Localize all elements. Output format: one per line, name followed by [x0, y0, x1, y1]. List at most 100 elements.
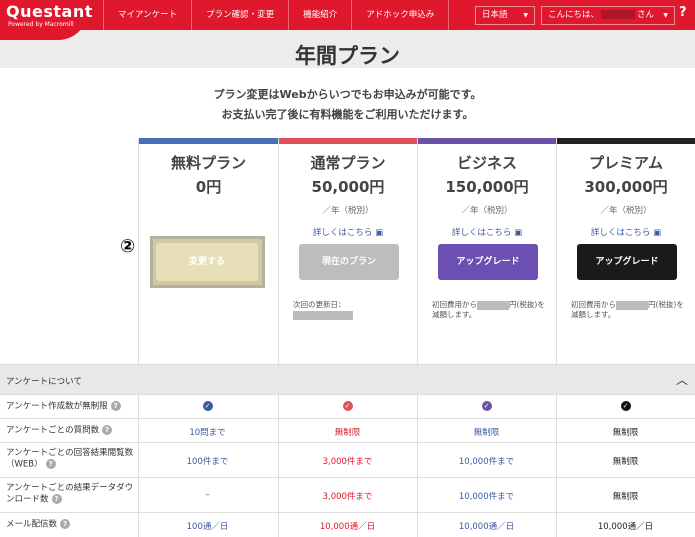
plan-unit: ／年（税別） [600, 206, 652, 216]
table-cell: 無制限 [473, 428, 500, 438]
table-row: アンケートごとの質問数? 10問まで 無制限 無制限 無制限 [0, 418, 695, 442]
table-cell: 10,000通／日 [319, 522, 376, 532]
row-label: アンケートごとの結果データダウンロード数? [6, 483, 136, 506]
plan-unit: ／年（税別） [322, 206, 374, 216]
plan-price: 0円 [195, 178, 222, 196]
user-menu[interactable]: こんにちは、 さん ▼ [541, 6, 675, 25]
chevron-down-icon: ▼ [663, 12, 668, 19]
page-title: 年間プラン [295, 44, 400, 68]
discount-note: 初回費用から 円(税抜)を減額します。 [571, 300, 689, 320]
column-divider [278, 394, 279, 537]
row-label-text: アンケート作成数が無制限 [6, 401, 108, 412]
greeting-suffix: さん [637, 10, 655, 20]
help-icon[interactable]: ? [102, 425, 113, 435]
plan-price: 50,000円 [311, 178, 385, 196]
detail-link-text: 詳しくはこちら [312, 228, 373, 238]
detail-link-text: 詳しくはこちら [590, 228, 651, 238]
redacted-date [293, 310, 353, 320]
change-to-free-button[interactable]: 変更する [156, 243, 258, 281]
plan-unit: ／年（税別） [461, 206, 513, 216]
logo-text: Questant [6, 2, 93, 21]
plan-color-bar [279, 138, 417, 144]
help-icon[interactable]: ? [51, 494, 62, 504]
table-cell: 3,000件まで [322, 457, 373, 467]
upgrade-premium-button[interactable]: アップグレード [577, 244, 677, 280]
chevron-down-icon: ▼ [523, 12, 528, 19]
language-value: 日本語 [482, 10, 508, 20]
external-link-icon: ▣ [653, 228, 662, 238]
chevron-up-icon[interactable]: ︿ [676, 371, 688, 388]
table-cell: ✓ [417, 401, 556, 411]
logo-subtitle: Powered by Macromill [8, 21, 74, 28]
column-divider [417, 394, 418, 537]
row-label: メール配信数? [6, 519, 136, 531]
plan-name: プレミアム [589, 154, 663, 172]
plan-name: 通常プラン [310, 154, 386, 172]
row-label-text: アンケートごとの回答結果閲覧数（WEB） [6, 448, 134, 470]
row-label-text: アンケートごとの結果データダウンロード数 [6, 483, 134, 505]
note-prefix: 初回費用から [571, 300, 616, 309]
nav-features[interactable]: 機能紹介 [288, 0, 351, 30]
detail-link-text: 詳しくはこちら [451, 228, 512, 238]
column-divider [556, 394, 557, 537]
plan-name: ビジネス [456, 154, 517, 172]
help-icon[interactable]: ? [45, 459, 56, 469]
renewal-note: 次回の更新日： [293, 300, 411, 320]
app-logo[interactable]: Questant Powered by Macromill [0, 0, 92, 40]
table-cell: 100通／日 [186, 522, 229, 532]
help-icon[interactable]: ? [679, 5, 687, 20]
table-cell: 100件まで [186, 457, 229, 467]
table-cell: 10,000件まで [458, 492, 515, 502]
plan-price: 150,000円 [445, 178, 529, 196]
nav-my-surveys[interactable]: マイアンケート [103, 0, 191, 30]
table-cell: – [205, 490, 210, 500]
table-cell: ✓ [138, 401, 277, 411]
column-divider [138, 394, 139, 537]
row-label: アンケートごとの回答結果閲覧数（WEB）? [6, 448, 136, 471]
table-cell: 無制限 [334, 428, 361, 438]
plan-detail-link[interactable]: 詳しくはこちら ▣ [279, 226, 417, 238]
plan-color-bar [418, 138, 556, 144]
main-nav: マイアンケート プラン確認・変更 機能紹介 アドホック申込み [103, 0, 450, 30]
help-icon[interactable]: ? [60, 519, 71, 529]
nav-adhoc[interactable]: アドホック申込み [351, 0, 450, 30]
external-link-icon: ▣ [375, 228, 384, 238]
table-cell: 10問まで [189, 428, 226, 438]
table-cell: ✓ [556, 401, 695, 411]
help-icon[interactable]: ? [110, 401, 121, 411]
check-icon: ✓ [342, 401, 353, 411]
upgrade-business-button[interactable]: アップグレード [438, 244, 538, 280]
plan-name: 無料プラン [170, 154, 246, 172]
plan-color-bar [139, 138, 278, 144]
plan-price: 300,000円 [584, 178, 668, 196]
table-cell: 10,000件まで [458, 457, 515, 467]
plan-business: ビジネス 150,000円 ／年（税別） 詳しくはこちら ▣ アップグレード 初… [417, 138, 556, 364]
table-row: メール配信数? 100通／日 10,000通／日 10,000通／日 10,00… [0, 512, 695, 537]
note-prefix: 初回費用から [432, 300, 477, 309]
plan-color-bar [557, 138, 695, 144]
table-row: アンケート作成数が無制限? ✓ ✓ ✓ ✓ [0, 394, 695, 418]
redacted-username [601, 10, 636, 19]
external-link-icon: ▣ [514, 228, 523, 238]
discount-note: 初回費用から 円(税抜)を減額します。 [432, 300, 550, 320]
table-cell: 3,000件まで [322, 492, 373, 502]
row-label-text: アンケートごとの質問数 [6, 425, 100, 436]
renewal-label: 次回の更新日： [293, 300, 346, 309]
table-cell: ✓ [278, 401, 417, 411]
check-icon: ✓ [481, 401, 492, 411]
language-select[interactable]: 日本語 ▼ [475, 6, 535, 25]
plan-detail-link[interactable]: 詳しくはこちら ▣ [418, 226, 556, 238]
table-cell: 無制限 [612, 457, 639, 467]
section-header[interactable]: アンケートについて ︿ [0, 364, 695, 394]
intro-line-2: お支払い完了後に有料機能をご利用いただけます。 [221, 108, 474, 121]
intro-line-1: プラン変更はWebからいつでもお申込みが可能です。 [213, 88, 482, 101]
table-row: アンケートごとの結果データダウンロード数? – 3,000件まで 10,000件… [0, 477, 695, 512]
table-cell: 10,000通／日 [597, 522, 654, 532]
redacted-amount [616, 300, 648, 310]
greeting-prefix: こんにちは、 [548, 10, 600, 20]
plan-detail-link[interactable]: 詳しくはこちら ▣ [557, 226, 695, 238]
plan-premium: プレミアム 300,000円 ／年（税別） 詳しくはこちら ▣ アップグレード … [556, 138, 695, 364]
current-plan-button[interactable]: 現在のプラン [299, 244, 399, 280]
row-label-text: メール配信数 [6, 519, 58, 530]
nav-plan-change[interactable]: プラン確認・変更 [191, 0, 288, 30]
